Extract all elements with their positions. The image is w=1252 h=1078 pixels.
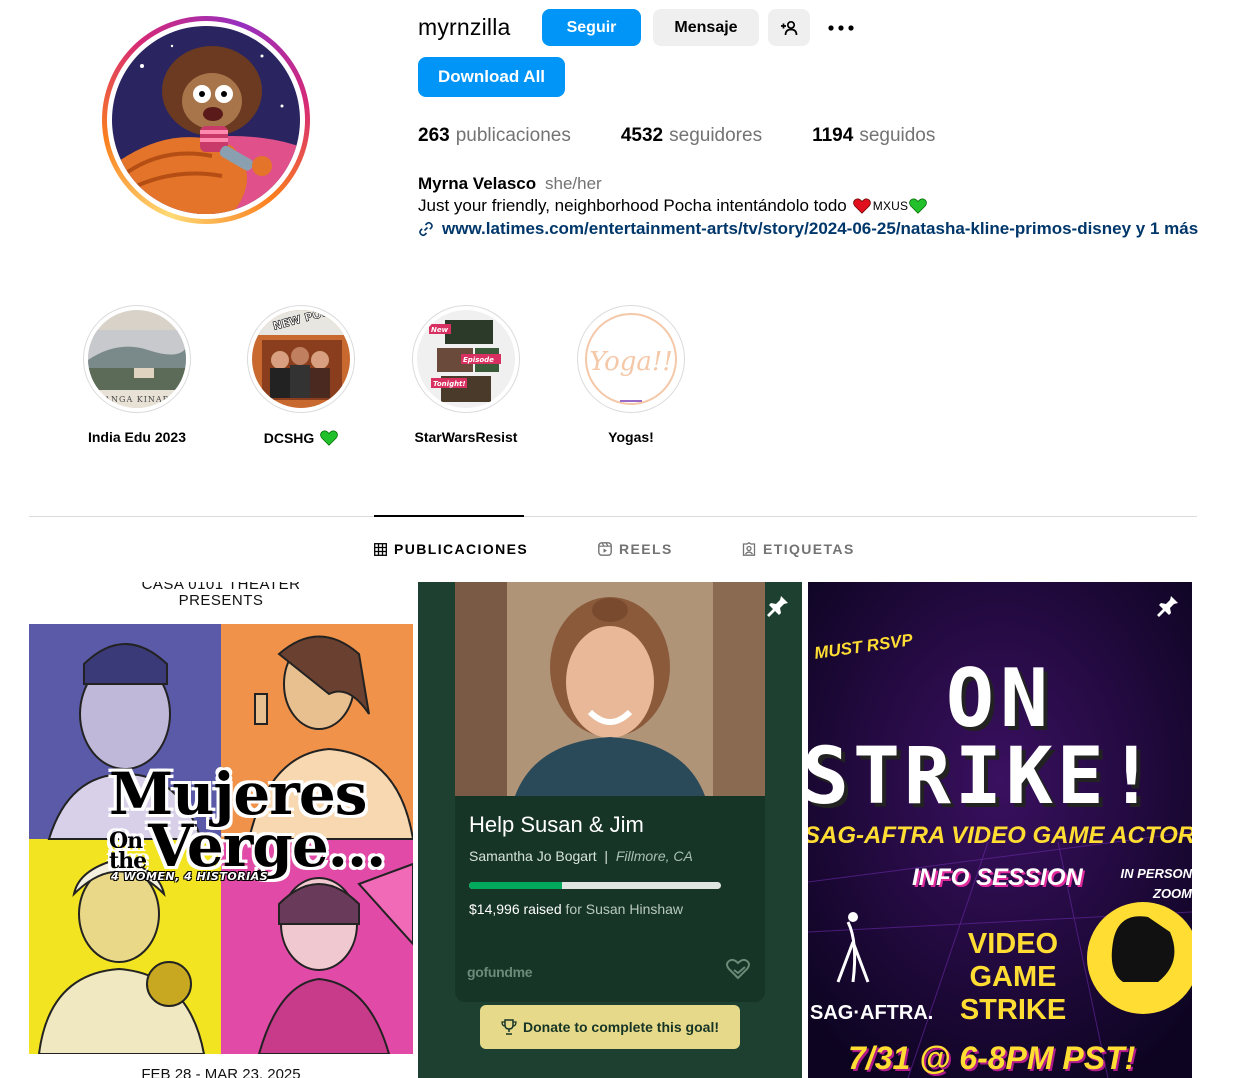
highlight-label: StarWarsResist [414,429,518,445]
highlight-starwarsresist[interactable]: New Episode Tonight! StarWarsResist [412,305,520,445]
highlight-dcshg[interactable]: NEW POST! DCSHG [247,305,355,447]
highlight-label: Yogas! [608,429,654,445]
svg-text:ANGA KINAR: ANGA KINAR [103,395,169,404]
tab-posts[interactable]: PUBLICACIONES [374,541,528,557]
post-text: VIDEO GAME STRIKE [959,928,1067,1026]
pinned-icon [1157,596,1178,617]
profile-full-name: Myrna Velasco [418,174,537,193]
gofundme-logo: gofundme [467,964,533,980]
bio-text: Just your friendly, neighborhood Pocha i… [418,196,847,215]
more-options-button[interactable] [821,9,861,46]
trophy-icon [501,1019,517,1035]
highlight-india-edu[interactable]: ANGA KINAR India Edu 2023 [83,305,191,445]
fundraiser-progress-bar [469,882,721,889]
svg-text:Yoga!!: Yoga!! [589,347,673,377]
followers-stat[interactable]: 4532 seguidores [621,125,762,147]
post-date: 7/31 @ 6-8PM PST! [848,1040,1136,1076]
reels-icon [598,542,612,556]
svg-text:Tonight!: Tonight! [433,380,466,388]
highlight-india-image: ANGA KINAR [88,310,186,408]
followers-count: 4532 [620,125,664,146]
green-heart-icon [320,430,339,446]
posts-stat: 263 publicaciones [418,125,571,147]
profile-avatar[interactable] [102,16,310,224]
profile-pronouns: she/her [545,174,602,193]
post-on-strike[interactable]: MUST RSVP ON STRIKE! SAG-AFTRA VIDEO GAM… [808,582,1192,1078]
highlight-dcshg-image: NEW POST! [252,310,350,408]
profile-link[interactable]: www.latimes.com/entertainment-arts/tv/st… [418,219,1198,239]
following-stat[interactable]: 1194 seguidos [812,125,935,147]
gofundme-card: Help Susan & Jim Samantha Jo Bogart | Fi… [455,582,765,1002]
highlight-starwars-image: New Episode Tonight! [417,310,515,408]
post-dates: FEB 28 - MAR 23, 2025 [141,1066,301,1078]
post-text: INFO SESSION [912,864,1083,891]
tab-tagged[interactable]: ETIQUETAS [742,541,855,557]
posts-label: publicaciones [455,125,571,146]
more-dots-icon [828,24,854,31]
post-gofundme[interactable]: Help Susan & Jim Samantha Jo Bogart | Fi… [418,582,802,1078]
highlight-yoga-image: Yoga!! [582,310,680,408]
green-heart-icon [909,198,928,214]
followers-label: seguidores [669,125,763,146]
red-heart-icon [852,198,871,214]
highlight-label: India Edu 2023 [87,429,187,445]
following-count: 1194 [812,125,854,146]
svg-text:New: New [431,326,449,334]
post-text: SAG-AFTRA VIDEO GAME ACTORS [808,822,1192,849]
post-subtitle: 4 WOMEN, 4 HISTORIAS [111,870,269,883]
suggest-users-button[interactable] [768,9,810,46]
post-title: Mujeres On theVerge... [109,760,386,880]
tagged-icon [742,542,756,556]
posts-count: 263 [418,125,450,146]
fundraiser-title: Help Susan & Jim [469,812,644,837]
post-text: PRESENTS [178,592,264,609]
link-icon [419,221,433,237]
post-mujeres-on-the-verge[interactable]: CASA 0101 THEATER PRESENTS Mujeres On the… [29,582,413,1078]
bio-flags: MXUS [872,199,909,213]
post-title: STRIKE! [808,732,1159,822]
highlight-label: DCSHG [264,429,339,447]
donate-button[interactable]: Donate to complete this goal! [480,1005,740,1049]
profile-stats: 263 publicaciones 4532 seguidores 1194 segu… [418,125,985,147]
active-tab-indicator [374,515,524,517]
profile-username: myrnzilla [418,14,511,40]
fundraiser-organizer: Samantha Jo Bogart | Fillmore, CA [469,848,693,864]
highlight-yogas[interactable]: Yoga!! Yogas! [577,305,685,445]
grid-icon [374,542,387,556]
fundraiser-photo [455,582,765,796]
post-text: IN PERSON ZOOM [1120,866,1192,901]
svg-text:Episode: Episode [463,356,494,364]
tab-reels[interactable]: REELS [598,541,673,557]
pinned-icon [767,596,788,617]
profile-bio: Just your friendly, neighborhood Pocha i… [418,196,928,216]
heart-hand-icon [726,958,750,980]
fundraiser-raised: $14,996 raised for Susan Hinshaw [469,901,684,917]
download-all-button[interactable]: Download All [418,57,565,97]
following-label: seguidos [859,125,936,146]
sag-aftra-logo: SAG·AFTRA. [810,1002,934,1024]
message-button[interactable]: Mensaje [653,9,759,46]
tabs-divider [29,516,1197,517]
add-user-icon [781,20,798,35]
follow-button[interactable]: Seguir [542,9,641,46]
profile-link-text: www.latimes.com/entertainment-arts/tv/st… [442,219,1198,238]
